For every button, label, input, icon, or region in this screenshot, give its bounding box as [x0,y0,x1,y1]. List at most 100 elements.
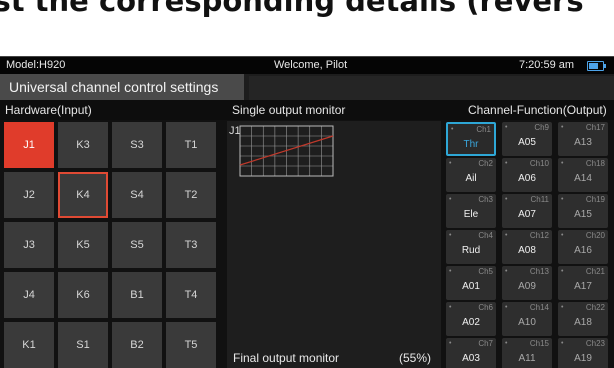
channel-indicator-icon: • [505,268,508,275]
channel-number: Ch11 [530,195,549,204]
channel-indicator-icon: • [505,124,508,131]
channel-indicator-icon: • [561,196,564,203]
channel-button-ch19[interactable]: • Ch19 A15 [558,194,608,228]
channel-number: Ch21 [585,267,605,276]
channel-indicator-icon: • [561,160,564,167]
channel-number: Ch12 [529,231,549,240]
hardware-button-k6[interactable]: K6 [58,272,108,318]
channel-number: Ch23 [585,339,605,348]
channel-button-ch9[interactable]: • Ch9 A05 [502,122,552,156]
channel-function: A09 [518,281,536,292]
channel-number: Ch2 [478,159,493,168]
channel-button-ch12[interactable]: • Ch12 A08 [502,230,552,264]
channel-button-ch11[interactable]: • Ch11 A07 [502,194,552,228]
channel-button-ch17[interactable]: • Ch17 A13 [558,122,608,156]
hardware-button-b1[interactable]: B1 [112,272,162,318]
channel-indicator-icon: • [449,232,452,239]
channel-button-ch18[interactable]: • Ch18 A14 [558,158,608,192]
channel-function-grid: • Ch1 Thr • Ch9 A05 • Ch17 A13 • Ch2 Ail • Ch10 A06 • Ch… [446,120,614,368]
channel-number: Ch19 [585,195,605,204]
channel-function: A05 [518,137,536,148]
hardware-header: Hardware(Input) [5,103,92,117]
channel-indicator-icon: • [561,268,564,275]
channel-number: Ch13 [529,267,549,276]
channel-button-ch2[interactable]: • Ch2 Ail [446,158,496,192]
channel-number: Ch3 [478,195,493,204]
channel-indicator-icon: • [561,304,564,311]
channel-indicator-icon: • [505,304,508,311]
channel-function: A18 [574,317,592,328]
channel-function: A15 [574,209,592,220]
channel-number: Ch18 [585,159,605,168]
instruction-banner: dit to adjust the corresponding details … [0,0,614,48]
channel-button-ch15[interactable]: • Ch15 A11 [502,338,552,368]
channel-function: A19 [574,353,592,364]
output-curve-graph [239,125,334,177]
hardware-button-s3[interactable]: S3 [112,122,162,168]
single-monitor-header: Single output monitor [232,103,346,117]
channel-button-ch3[interactable]: • Ch3 Ele [446,194,496,228]
hardware-button-j4[interactable]: J4 [4,272,54,318]
channel-button-ch21[interactable]: • Ch21 A17 [558,266,608,300]
hardware-button-s1[interactable]: S1 [58,322,108,368]
hardware-button-t4[interactable]: T4 [166,272,216,318]
hardware-button-s5[interactable]: S5 [112,222,162,268]
channel-number: Ch9 [534,123,549,132]
channel-function: A01 [462,281,480,292]
hardware-button-t1[interactable]: T1 [166,122,216,168]
channel-button-ch6[interactable]: • Ch6 A02 [446,302,496,336]
channel-number: Ch10 [529,159,549,168]
channel-button-ch23[interactable]: • Ch23 A19 [558,338,608,368]
channel-indicator-icon: • [449,196,452,203]
channel-button-ch1[interactable]: • Ch1 Thr [446,122,496,156]
channel-number: Ch22 [585,303,605,312]
hardware-button-k1[interactable]: K1 [4,322,54,368]
channel-button-ch7[interactable]: • Ch7 A03 [446,338,496,368]
channel-button-ch10[interactable]: • Ch10 A06 [502,158,552,192]
channel-function: A08 [518,245,536,256]
final-output-label: Final output monitor [233,351,340,365]
channel-function: A07 [518,209,536,220]
title-bar: Universal channel control settings [0,74,614,100]
channel-button-ch22[interactable]: • Ch22 A18 [558,302,608,336]
channel-function: Ail [465,173,477,184]
hardware-button-k3[interactable]: K3 [58,122,108,168]
hardware-button-b2[interactable]: B2 [112,322,162,368]
channel-function: A16 [574,245,592,256]
channel-indicator-icon: • [505,160,508,167]
hardware-button-s4[interactable]: S4 [112,172,162,218]
status-bar: Model:H920 Welcome, Pilot 7:20:59 am [0,57,614,74]
hardware-input-grid: J1 K3 S3 T1 J2 K4 S4 T2 J3 K5 S5 T3 J4 K6 B1 T4 K1 S1 B2 T5 [4,120,222,368]
channel-indicator-icon: • [449,160,452,167]
hardware-button-j2[interactable]: J2 [4,172,54,218]
channel-indicator-icon: • [449,304,452,311]
hardware-button-t3[interactable]: T3 [166,222,216,268]
clock: 7:20:59 am [519,59,575,71]
channel-function: A06 [518,173,536,184]
channel-number: Ch17 [585,123,605,132]
hardware-button-k4[interactable]: K4 [58,172,108,218]
channel-button-ch13[interactable]: • Ch13 A09 [502,266,552,300]
title-bar-filler [249,76,614,100]
channel-function: A03 [462,353,480,364]
page-title: Universal channel control settings [0,74,244,100]
hardware-button-k5[interactable]: K5 [58,222,108,268]
hardware-button-j1[interactable]: J1 [4,122,54,168]
channel-button-ch20[interactable]: • Ch20 A16 [558,230,608,264]
channel-number: Ch4 [478,231,493,240]
channel-number: Ch7 [478,339,493,348]
channel-indicator-icon: • [561,232,564,239]
hardware-button-j3[interactable]: J3 [4,222,54,268]
hardware-button-t5[interactable]: T5 [166,322,216,368]
channel-function: Rud [461,245,481,256]
channel-function: A14 [574,173,592,184]
channel-number: Ch6 [478,303,493,312]
channel-indicator-icon: • [505,196,508,203]
channel-indicator-icon: • [449,340,452,347]
hardware-button-t2[interactable]: T2 [166,172,216,218]
channel-indicator-icon: • [449,268,452,275]
channel-function: Ele [463,209,479,220]
channel-button-ch5[interactable]: • Ch5 A01 [446,266,496,300]
channel-button-ch4[interactable]: • Ch4 Rud [446,230,496,264]
channel-button-ch14[interactable]: • Ch14 A10 [502,302,552,336]
